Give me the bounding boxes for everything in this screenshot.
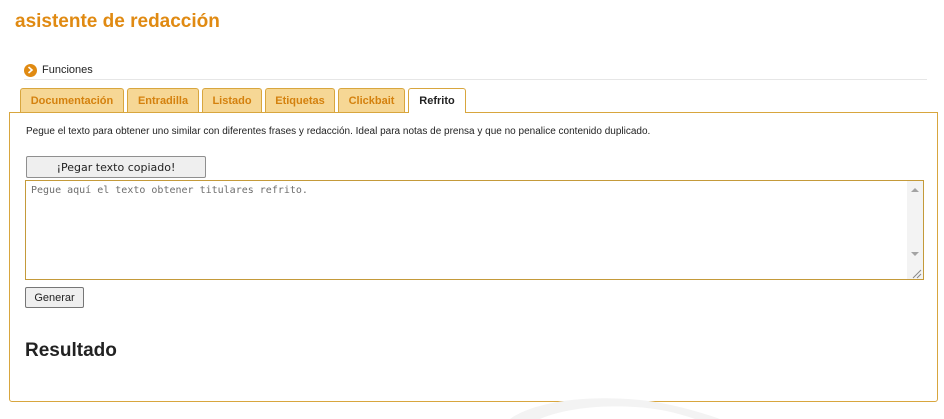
- functions-header: Funciones: [24, 61, 927, 80]
- tab-documentacion[interactable]: Documentación: [20, 88, 124, 112]
- paste-text-button[interactable]: ¡Pegar texto copiado!: [26, 156, 206, 178]
- chevron-right-icon[interactable]: [24, 63, 37, 77]
- textarea-scrollbar[interactable]: [907, 181, 923, 279]
- tab-panel-refrito: Pegue el texto para obtener uno similar …: [9, 112, 938, 402]
- functions-label[interactable]: Funciones: [42, 64, 93, 76]
- app-title: asistente de redacción: [15, 11, 220, 32]
- panel-description: Pegue el texto para obtener uno similar …: [26, 126, 651, 137]
- scroll-up-arrow-icon[interactable]: [907, 183, 923, 197]
- source-text-input[interactable]: [26, 181, 906, 279]
- generate-button[interactable]: Generar: [25, 287, 84, 308]
- tab-entradilla[interactable]: Entradilla: [127, 88, 199, 112]
- scroll-down-arrow-icon[interactable]: [907, 247, 923, 261]
- tab-clickbait[interactable]: Clickbait: [338, 88, 405, 112]
- tab-bar: Documentación Entradilla Listado Etiquet…: [20, 88, 469, 113]
- tab-refrito[interactable]: Refrito: [408, 88, 466, 113]
- result-heading: Resultado: [25, 340, 117, 361]
- tab-etiquetas[interactable]: Etiquetas: [265, 88, 335, 112]
- source-text-area: [25, 180, 924, 280]
- resize-grip-icon[interactable]: [910, 266, 922, 279]
- background-swoosh-decoration: [510, 398, 720, 419]
- tab-listado[interactable]: Listado: [202, 88, 262, 112]
